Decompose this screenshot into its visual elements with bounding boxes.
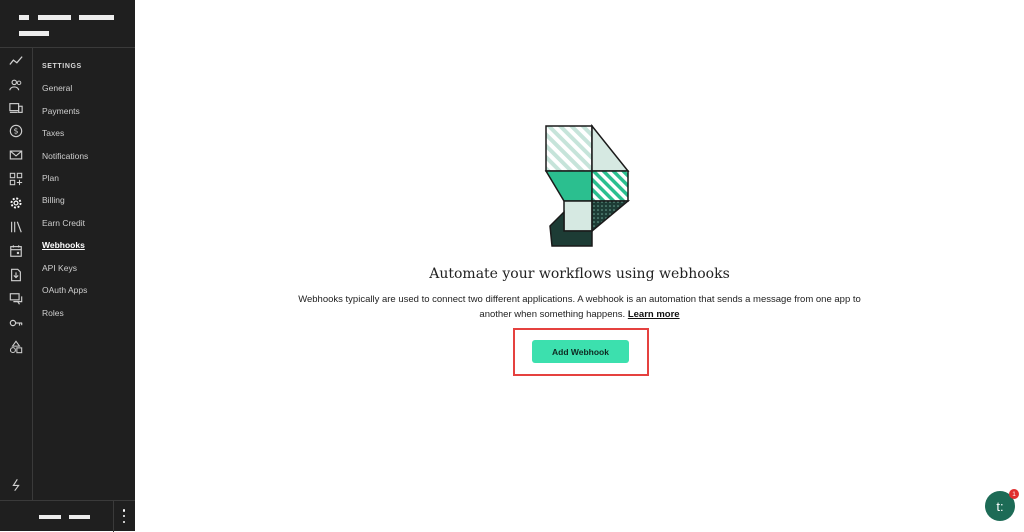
more-options-icon[interactable] bbox=[119, 509, 129, 523]
nav-item-billing[interactable]: Billing bbox=[42, 195, 65, 205]
dollar-icon[interactable]: $ bbox=[6, 122, 26, 140]
chat-widget-label: t: bbox=[996, 498, 1004, 514]
nav-item-api-keys[interactable]: API Keys bbox=[42, 263, 77, 273]
calendar-icon[interactable] bbox=[6, 242, 26, 260]
nav-item-payments[interactable]: Payments bbox=[42, 106, 80, 116]
library-icon[interactable] bbox=[6, 218, 26, 236]
add-webhook-button[interactable]: Add Webhook bbox=[532, 340, 629, 363]
chat-notification-badge: 1 bbox=[1009, 489, 1019, 499]
sidebar: $ SETTINGS General Payments Taxes Notifi… bbox=[0, 0, 135, 532]
nav-item-general[interactable]: General bbox=[42, 83, 72, 93]
nav-item-webhooks[interactable]: Webhooks bbox=[42, 240, 85, 250]
mail-icon[interactable] bbox=[6, 146, 26, 164]
devices-icon[interactable] bbox=[6, 99, 26, 117]
footer-divider bbox=[113, 501, 114, 532]
apps-icon[interactable] bbox=[6, 170, 26, 188]
user-footer[interactable] bbox=[0, 500, 135, 532]
webhook-illustration bbox=[544, 123, 632, 248]
redacted-user-name bbox=[69, 515, 90, 519]
nav-item-earn-credit[interactable]: Earn Credit bbox=[42, 218, 85, 228]
nav-item-roles[interactable]: Roles bbox=[42, 308, 64, 318]
nav-item-oauth-apps[interactable]: OAuth Apps bbox=[42, 285, 87, 295]
analytics-icon[interactable] bbox=[6, 52, 26, 70]
redacted-account-name bbox=[19, 15, 29, 20]
key-icon[interactable] bbox=[6, 314, 26, 332]
settings-heading: SETTINGS bbox=[42, 63, 82, 70]
chat-icon[interactable] bbox=[6, 290, 26, 308]
shapes-icon[interactable] bbox=[6, 338, 26, 356]
redacted-user-name bbox=[39, 515, 61, 519]
icon-rail: $ bbox=[0, 48, 33, 500]
redacted-account-name bbox=[38, 15, 71, 20]
nav-item-plan[interactable]: Plan bbox=[42, 173, 59, 183]
lightning-icon[interactable] bbox=[6, 476, 26, 494]
account-switcher[interactable] bbox=[0, 0, 135, 48]
svg-text:$: $ bbox=[13, 127, 18, 136]
nav-item-notifications[interactable]: Notifications bbox=[42, 151, 88, 161]
main-content: Automate your workflows using webhooks W… bbox=[135, 0, 1024, 531]
empty-state-description: Webhooks typically are used to connect t… bbox=[295, 292, 864, 322]
nav-item-taxes[interactable]: Taxes bbox=[42, 128, 64, 138]
settings-gear-icon[interactable] bbox=[6, 194, 26, 212]
customers-icon[interactable] bbox=[6, 76, 26, 94]
empty-state-title: Automate your workflows using webhooks bbox=[429, 266, 730, 282]
redacted-account-subtitle bbox=[19, 31, 49, 36]
description-text: Webhooks typically are used to connect t… bbox=[298, 294, 861, 320]
learn-more-link[interactable]: Learn more bbox=[628, 309, 680, 320]
redacted-account-name bbox=[79, 15, 114, 20]
download-file-icon[interactable] bbox=[6, 266, 26, 284]
